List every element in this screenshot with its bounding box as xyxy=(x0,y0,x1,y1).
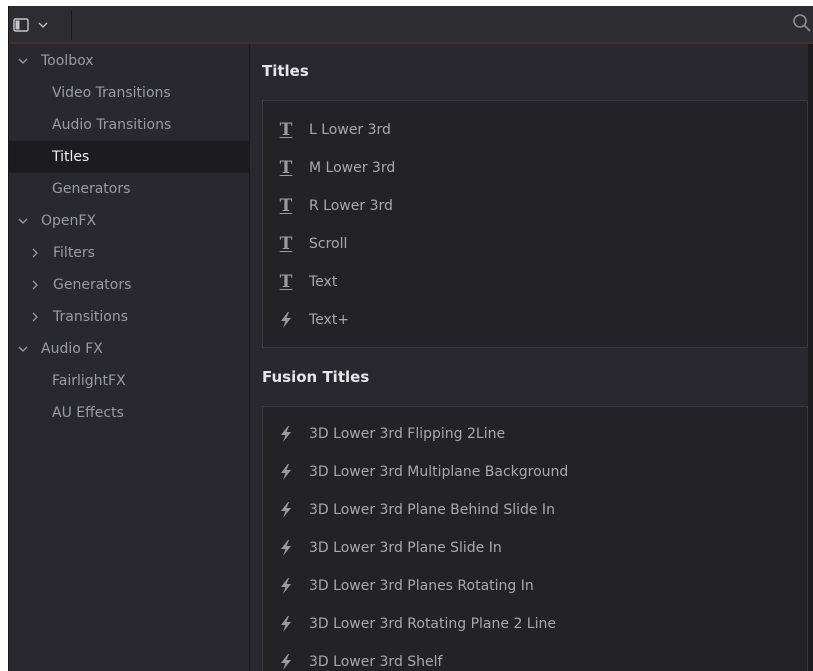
fusion-bolt-icon xyxy=(277,615,295,633)
sidebar-item-filters[interactable]: Filters xyxy=(9,237,269,269)
effect-item[interactable]: 3D Lower 3rd Multiplane Background xyxy=(263,453,807,491)
effect-item[interactable]: 3D Lower 3rd Rotating Plane 2 Line xyxy=(263,605,807,643)
chevron-right-icon[interactable] xyxy=(29,311,41,323)
effect-item-label: 3D Lower 3rd Rotating Plane 2 Line xyxy=(309,616,556,632)
title-text-icon: T xyxy=(279,157,293,178)
effect-item-label: Text+ xyxy=(309,312,350,328)
effect-item-label: M Lower 3rd xyxy=(309,160,396,176)
effect-item-label: 3D Lower 3rd Flipping 2Line xyxy=(309,426,506,442)
fusion-bolt-icon xyxy=(277,501,295,519)
sidebar-item-transitions[interactable]: Transitions xyxy=(9,301,269,333)
sidebar-item-label: Generators xyxy=(52,181,131,197)
chevron-down-icon[interactable] xyxy=(17,215,29,227)
sidebar-item-label: OpenFX xyxy=(41,213,97,229)
fusion-bolt-icon xyxy=(277,425,295,443)
sidebar-item-label: FairlightFX xyxy=(52,373,126,389)
effect-item-label: Scroll xyxy=(309,236,348,252)
chevron-right-icon[interactable] xyxy=(29,247,41,259)
sidebar-item-generators[interactable]: Generators xyxy=(9,269,269,301)
sidebar-item-label: Generators xyxy=(53,277,132,293)
sidebar-toggle-button[interactable] xyxy=(13,14,65,36)
section-panel-titles: T L Lower 3rd T M Lower 3rd T R Lower 3rd T Scr… xyxy=(262,100,808,348)
chevron-down-icon[interactable] xyxy=(17,343,29,355)
sidebar-item-audio-fx[interactable]: Audio FX xyxy=(9,333,257,365)
effect-item[interactable]: 3D Lower 3rd Shelf xyxy=(263,643,807,671)
effect-item-label: Text xyxy=(309,274,338,290)
fusion-bolt-icon xyxy=(277,577,295,595)
fusion-bolt-icon xyxy=(277,311,295,329)
chevron-right-icon[interactable] xyxy=(29,279,41,291)
sidebar-item-label: Audio Transitions xyxy=(52,117,172,133)
effect-item[interactable]: 3D Lower 3rd Plane Slide In xyxy=(263,529,807,567)
effect-item-label: 3D Lower 3rd Shelf xyxy=(309,654,443,670)
title-text-icon: T xyxy=(279,119,293,140)
effect-item-label: 3D Lower 3rd Multiplane Background xyxy=(309,464,569,480)
sidebar-item-label: Titles xyxy=(52,149,90,165)
sidebar-item-label: Toolbox xyxy=(41,53,94,69)
effects-library-window: Toolbox Video Transitions Audio Transition… xyxy=(8,6,813,671)
effects-toolbar xyxy=(9,6,813,44)
sidebar-item-label: Filters xyxy=(53,245,95,261)
effect-item[interactable]: 3D Lower 3rd Plane Behind Slide In xyxy=(263,491,807,529)
effect-item[interactable]: Text+ xyxy=(263,301,807,339)
effect-item[interactable]: T L Lower 3rd xyxy=(263,111,807,149)
effect-item[interactable]: T M Lower 3rd xyxy=(263,149,807,187)
sidebar-item-label: Transitions xyxy=(53,309,128,325)
sidebar-item-toolbox[interactable]: Toolbox xyxy=(9,45,257,77)
effects-content-area: Titles T L Lower 3rd T M Lower 3rd T R Lower 3… xyxy=(250,44,813,671)
fusion-bolt-icon xyxy=(277,463,295,481)
effect-item[interactable]: 3D Lower 3rd Planes Rotating In xyxy=(263,567,807,605)
effect-item[interactable]: T R Lower 3rd xyxy=(263,187,807,225)
effect-item-label: L Lower 3rd xyxy=(309,122,391,138)
effect-item[interactable]: 3D Lower 3rd Flipping 2Line xyxy=(263,415,807,453)
effects-category-sidebar: Toolbox Video Transitions Audio Transition… xyxy=(9,44,292,671)
section-title-fusion-titles: Fusion Titles xyxy=(262,368,370,386)
search-icon[interactable] xyxy=(792,13,812,33)
chevron-down-icon xyxy=(38,22,48,28)
fusion-bolt-icon xyxy=(277,539,295,557)
sidebar-item-openfx[interactable]: OpenFX xyxy=(9,205,257,237)
title-text-icon: T xyxy=(279,233,293,254)
title-text-icon: T xyxy=(279,271,293,292)
section-title-titles: Titles xyxy=(262,62,309,80)
title-text-icon: T xyxy=(279,195,293,216)
section-panel-fusion-titles: 3D Lower 3rd Flipping 2Line 3D Lower 3rd … xyxy=(262,406,808,671)
effect-item-label: R Lower 3rd xyxy=(309,198,393,214)
sidebar-panel-icon xyxy=(13,18,29,32)
effect-item-label: 3D Lower 3rd Plane Slide In xyxy=(309,540,502,556)
sidebar-item-label: AU Effects xyxy=(52,405,124,421)
sidebar-item-label: Video Transitions xyxy=(52,85,171,101)
chevron-down-icon[interactable] xyxy=(17,55,29,67)
fusion-bolt-icon xyxy=(277,653,295,671)
toolbar-divider xyxy=(71,10,72,40)
effect-item-label: 3D Lower 3rd Plane Behind Slide In xyxy=(309,502,555,518)
sidebar-item-label: Audio FX xyxy=(41,341,103,357)
effect-item-label: 3D Lower 3rd Planes Rotating In xyxy=(309,578,534,594)
effect-item[interactable]: T Scroll xyxy=(263,225,807,263)
panel-edge xyxy=(808,44,813,671)
effect-item[interactable]: T Text xyxy=(263,263,807,301)
